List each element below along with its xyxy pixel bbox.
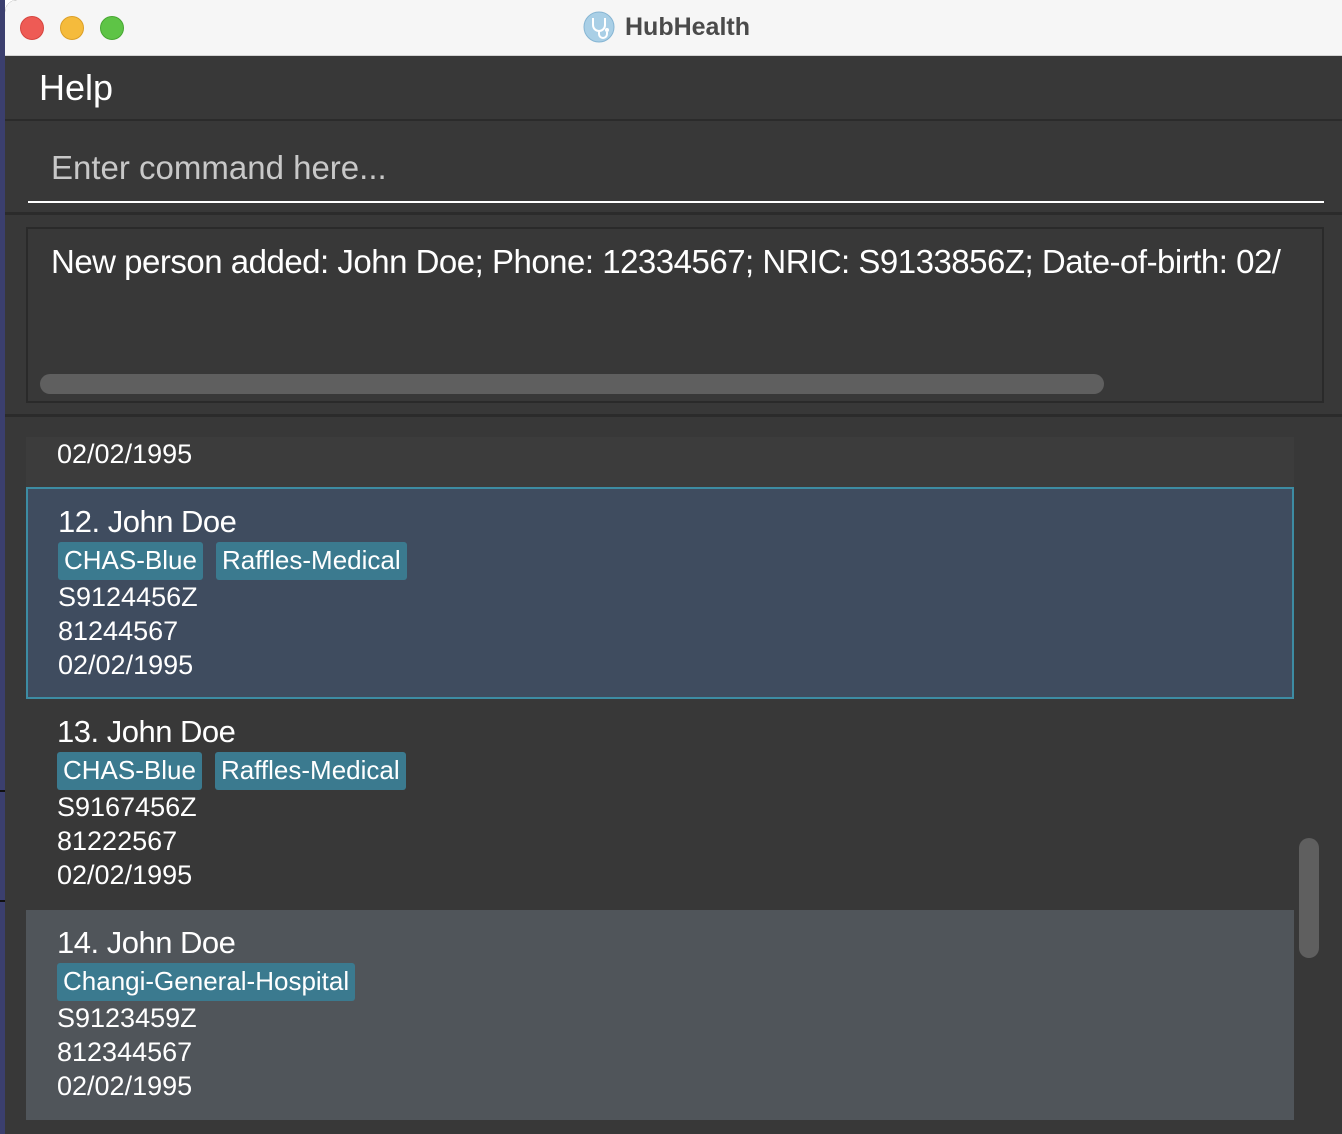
title-bar[interactable]: HubHealth	[5, 0, 1342, 56]
person-name: 13. John Doe	[57, 714, 236, 749]
window-title-group: HubHealth	[583, 10, 750, 44]
help-menu[interactable]: Help	[39, 67, 113, 109]
person-list[interactable]: 02/02/1995 12. John Doe CHAS-Blue Raffle…	[26, 437, 1294, 1134]
tag-list: CHAS-Blue Raffles-Medical	[57, 752, 1294, 790]
person-dob: 02/02/1995	[57, 860, 193, 890]
app-window: HubHealth Help New person added: John Do…	[5, 0, 1342, 1134]
tag: CHAS-Blue	[57, 752, 202, 790]
result-display[interactable]: New person added: John Doe; Phone: 12334…	[26, 227, 1324, 403]
tag: Raffles-Medical	[215, 542, 407, 580]
window-title: HubHealth	[625, 12, 750, 41]
command-input[interactable]	[28, 135, 1324, 203]
person-phone: 81222567	[57, 826, 178, 856]
horizontal-scrollbar[interactable]	[40, 374, 1104, 394]
person-card[interactable]: 13. John Doe CHAS-Blue Raffles-Medical S…	[26, 699, 1294, 910]
person-phone: 81244567	[58, 616, 179, 646]
person-card-partial[interactable]: 02/02/1995	[26, 437, 1294, 487]
person-nric: S9167456Z	[57, 792, 197, 822]
maximize-window-button[interactable]	[100, 16, 124, 40]
divider	[5, 414, 1342, 417]
tag-list: Changi-General-Hospital	[57, 963, 1294, 1001]
person-nric: S9124456Z	[58, 582, 198, 612]
result-message: New person added: John Doe; Phone: 12334…	[51, 243, 1281, 280]
tag-list: CHAS-Blue Raffles-Medical	[58, 542, 1292, 580]
person-name: 14. John Doe	[57, 925, 236, 960]
stethoscope-icon	[583, 11, 615, 43]
tag: Changi-General-Hospital	[57, 963, 356, 1001]
person-card[interactable]: 12. John Doe CHAS-Blue Raffles-Medical S…	[26, 487, 1294, 699]
person-dob: 02/02/1995	[58, 650, 194, 680]
tag: Raffles-Medical	[214, 752, 406, 790]
person-dob: 02/02/1995	[57, 439, 193, 469]
command-box	[5, 123, 1342, 215]
person-card[interactable]: 14. John Doe Changi-General-Hospital S91…	[26, 910, 1294, 1120]
tag: CHAS-Blue	[58, 542, 203, 580]
vertical-scrollbar[interactable]	[1299, 838, 1319, 958]
person-nric: S9123459Z	[57, 1003, 197, 1033]
person-phone: 812344567	[57, 1037, 193, 1067]
close-window-button[interactable]	[20, 16, 44, 40]
person-dob: 02/02/1995	[57, 1071, 193, 1101]
menu-bar: Help	[5, 57, 1342, 121]
minimize-window-button[interactable]	[60, 16, 84, 40]
person-name: 12. John Doe	[58, 504, 237, 539]
